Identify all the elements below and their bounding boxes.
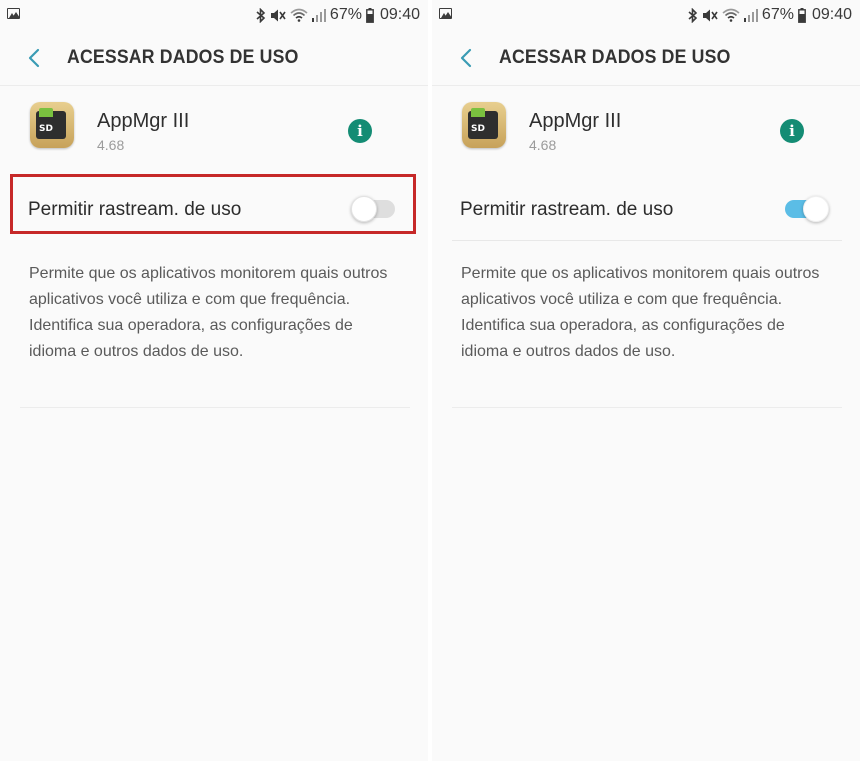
description-divider <box>20 407 410 408</box>
usage-tracking-label: Permitir rastream. de uso <box>460 199 674 220</box>
app-icon-label: SD <box>39 124 53 134</box>
mute-icon <box>702 9 718 21</box>
wifi-icon <box>722 8 740 22</box>
clock: 09:40 <box>379 6 420 23</box>
bluetooth-icon <box>256 7 266 23</box>
status-bar: 67% 09:40 <box>0 0 428 30</box>
app-bar: ACESSAR DADOS DE USO <box>432 30 860 86</box>
status-icons: 67% 09:40 <box>256 5 420 25</box>
app-name: AppMgr III <box>97 110 190 132</box>
row-divider <box>452 240 842 241</box>
status-icons: 67% 09:40 <box>688 5 852 25</box>
app-icon-label: SD <box>471 124 485 134</box>
gallery-notification-icon <box>439 8 452 19</box>
page-title: ACESSAR DADOS DE USO <box>499 47 731 68</box>
app-version: 4.68 <box>529 137 557 153</box>
usage-tracking-switch[interactable] <box>783 196 829 222</box>
screen-after: 67% 09:40 ACESSAR DADOS DE USO SD AppMgr… <box>432 0 860 761</box>
info-button[interactable]: i <box>348 119 372 143</box>
wifi-icon <box>290 8 308 22</box>
back-button[interactable] <box>450 42 482 74</box>
mute-icon <box>270 9 286 21</box>
header-divider <box>432 85 860 86</box>
app-version: 4.68 <box>97 137 125 153</box>
highlight-box <box>10 174 416 234</box>
page-title: ACESSAR DADOS DE USO <box>67 47 299 68</box>
info-button[interactable]: i <box>780 119 804 143</box>
description-divider <box>452 407 842 408</box>
gallery-notification-icon <box>7 8 20 19</box>
android-icon <box>39 108 53 117</box>
clock: 09:40 <box>811 6 852 23</box>
usage-tracking-row[interactable]: Permitir rastream. de uso <box>450 178 842 240</box>
back-button[interactable] <box>18 42 50 74</box>
switch-knob <box>803 196 829 222</box>
signal-icon <box>311 9 326 22</box>
status-bar: 67% 09:40 <box>432 0 860 30</box>
signal-icon <box>743 9 758 22</box>
info-icon: i <box>789 121 795 140</box>
battery-icon <box>798 7 806 23</box>
battery-icon <box>366 7 374 23</box>
setting-description: Permite que os aplicativos monitorem qua… <box>29 265 388 360</box>
app-icon: SD <box>30 102 74 148</box>
chevron-left-icon <box>460 48 472 68</box>
battery-percent: 67% <box>329 6 362 23</box>
bluetooth-icon <box>688 7 698 23</box>
header-divider <box>0 85 428 86</box>
chevron-left-icon <box>28 48 40 68</box>
info-icon: i <box>357 121 363 140</box>
app-icon: SD <box>462 102 506 148</box>
android-icon <box>471 108 485 117</box>
setting-description: Permite que os aplicativos monitorem qua… <box>461 265 820 360</box>
screen-before: 67% 09:40 ACESSAR DADOS DE USO SD AppMgr… <box>0 0 428 761</box>
app-name: AppMgr III <box>529 110 622 132</box>
battery-percent: 67% <box>761 6 794 23</box>
app-bar: ACESSAR DADOS DE USO <box>0 30 428 86</box>
